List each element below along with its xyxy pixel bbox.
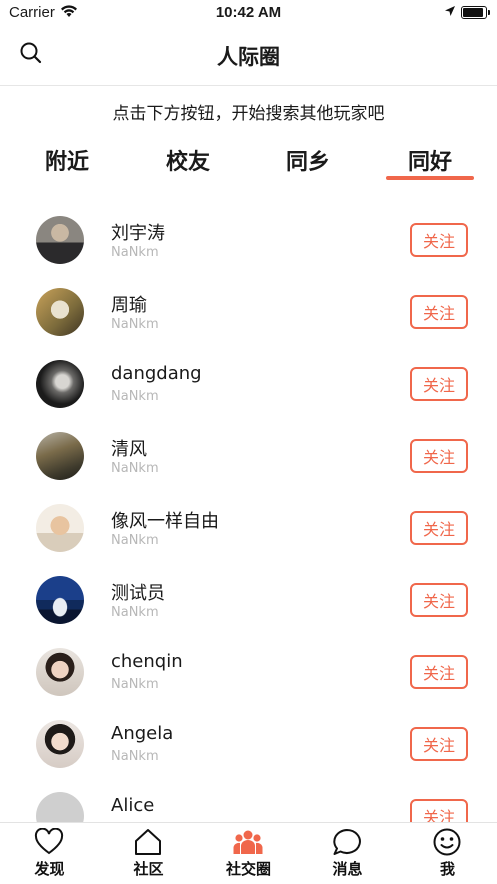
user-name: 刘宇涛 (111, 223, 165, 244)
user-name: 像风一样自由 (111, 511, 219, 532)
tab-hometown[interactable]: 同乡 (258, 144, 358, 176)
avatar (36, 504, 84, 552)
follow-button[interactable]: 关注 (410, 583, 468, 617)
user-distance: NaNkm (111, 317, 159, 332)
location-arrow-icon (445, 6, 455, 16)
user-name: Alice (111, 795, 155, 816)
user-name: Angela (111, 723, 174, 744)
list-item[interactable]: 周瑜 NaNkm 关注 (0, 277, 497, 349)
avatar (36, 216, 84, 264)
user-name: 周瑜 (111, 295, 147, 316)
tabbar-item-social[interactable]: 社交圈 (199, 823, 298, 884)
user-distance: NaNkm (111, 605, 159, 620)
tabbar-item-discover[interactable]: 发现 (0, 823, 99, 884)
user-name: dangdang (111, 363, 202, 384)
user-distance: NaNkm (111, 245, 159, 260)
tabbar-label: 我 (439, 860, 455, 878)
follow-button[interactable]: 关注 (410, 367, 468, 401)
tabbar-item-messages[interactable]: 消息 (298, 823, 397, 884)
home-icon (135, 829, 161, 855)
tabbar-label: 社区 (133, 860, 164, 878)
page-title: 人际圈 (217, 45, 280, 69)
follow-button[interactable]: 关注 (410, 439, 468, 473)
follow-button[interactable]: 关注 (410, 727, 468, 761)
tab-alumni[interactable]: 校友 (138, 144, 238, 176)
list-item[interactable]: dangdang NaNkm 关注 (0, 349, 497, 421)
user-name: 测试员 (111, 583, 165, 604)
category-tabs: 附近 校友 同乡 同好 (0, 144, 497, 184)
avatar (36, 576, 84, 624)
user-distance: NaNkm (111, 533, 159, 548)
avatar (36, 360, 84, 408)
list-item[interactable]: 像风一样自由 NaNkm 关注 (0, 493, 497, 565)
user-name: 清风 (111, 439, 147, 460)
tabbar-label: 消息 (332, 860, 363, 878)
follow-button[interactable]: 关注 (410, 511, 468, 545)
follow-button[interactable]: 关注 (410, 295, 468, 329)
list-item[interactable]: 清风 NaNkm 关注 (0, 421, 497, 493)
status-time: 10:42 AM (215, 4, 282, 21)
user-distance: NaNkm (111, 749, 159, 764)
active-tab-indicator (386, 176, 474, 180)
tabbar-label: 社交圈 (225, 860, 271, 878)
user-name: chenqin (111, 651, 183, 672)
user-list: 刘宇涛 NaNkm 关注 周瑜 NaNkm 关注 dangdang NaNkm … (0, 205, 497, 853)
avatar (36, 720, 84, 768)
search-hint: 点击下方按钮，开始搜索其他玩家吧 (112, 104, 385, 124)
battery-icon (461, 6, 490, 19)
user-distance: NaNkm (111, 389, 159, 404)
navigation-bar: 人际圈 (0, 26, 497, 86)
list-item[interactable]: 刘宇涛 NaNkm 关注 (0, 205, 497, 277)
chat-bubble-icon (333, 829, 361, 855)
avatar (36, 432, 84, 480)
follow-button[interactable]: 关注 (410, 655, 468, 689)
heart-icon (34, 828, 64, 855)
tabbar-item-community[interactable]: 社区 (99, 823, 198, 884)
people-icon (233, 830, 263, 854)
bottom-tab-bar: 发现 社区 社交圈 消息 我 (0, 822, 497, 884)
list-item[interactable]: 测试员 NaNkm 关注 (0, 565, 497, 637)
tabbar-item-me[interactable]: 我 (398, 823, 497, 884)
avatar (36, 288, 84, 336)
tab-nearby[interactable]: 附近 (17, 144, 117, 176)
tab-hobby[interactable]: 同好 (380, 144, 480, 176)
avatar (36, 648, 84, 696)
list-item[interactable]: Angela NaNkm 关注 (0, 709, 497, 781)
list-item[interactable]: chenqin NaNkm 关注 (0, 637, 497, 709)
status-bar: Carrier 10:42 AM (0, 0, 497, 26)
follow-button[interactable]: 关注 (410, 223, 468, 257)
smiley-icon (433, 828, 461, 856)
user-distance: NaNkm (111, 677, 159, 692)
user-distance: NaNkm (111, 461, 159, 476)
tabbar-label: 发现 (34, 860, 65, 878)
